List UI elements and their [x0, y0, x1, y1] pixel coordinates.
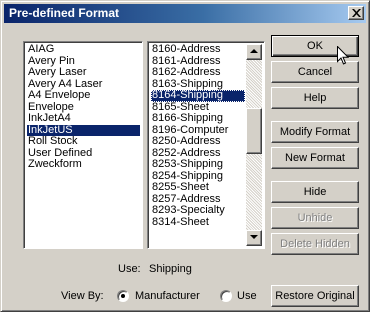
format-listbox[interactable]: AIAG Avery Pin Avery Laser Avery A4 Laser A4…: [23, 41, 143, 249]
radio-selected-dot: [121, 294, 125, 298]
new-format-button[interactable]: New Format: [271, 147, 359, 169]
radio-use-label[interactable]: Use: [237, 290, 257, 302]
format-list-items: AIAG Avery Pin Avery Laser Avery A4 Laser A4…: [27, 43, 140, 171]
list-item[interactable]: 8314-Sheet: [151, 216, 245, 229]
list-item[interactable]: 8162-Address: [151, 66, 245, 79]
list-item[interactable]: 8160-Address: [151, 43, 245, 56]
list-item[interactable]: AIAG: [27, 43, 140, 56]
list-item[interactable]: 8253-Shipping: [151, 158, 245, 171]
modify-format-button[interactable]: Modify Format: [271, 121, 359, 143]
radio-use[interactable]: [220, 290, 232, 302]
list-item[interactable]: Avery Laser: [27, 66, 140, 79]
scroll-thumb[interactable]: [246, 108, 262, 154]
list-item[interactable]: InkJetA4: [27, 112, 140, 125]
close-button[interactable]: [348, 6, 364, 20]
use-label: Use:: [118, 263, 141, 275]
help-button[interactable]: Help: [271, 87, 359, 109]
delete-hidden-button[interactable]: Delete Hidden: [271, 233, 359, 255]
list-item[interactable]: 8255-Sheet: [151, 181, 245, 194]
pre-defined-format-dialog: Pre-defined Format AIAG Avery Pin Avery La…: [0, 0, 370, 312]
title-bar[interactable]: Pre-defined Format: [4, 4, 366, 23]
radio-manufacturer-label[interactable]: Manufacturer: [135, 290, 200, 302]
label-list-items: 8160-Address 8161-Address 8162-Address 8163…: [151, 43, 245, 229]
label-listbox[interactable]: 8160-Address 8161-Address 8162-Address 8163…: [147, 41, 265, 249]
use-value: Shipping: [149, 263, 192, 275]
list-item[interactable]: 8293-Specialty: [151, 204, 245, 217]
radio-manufacturer[interactable]: [117, 290, 129, 302]
list-item[interactable]: Roll Stock: [27, 135, 140, 148]
restore-original-button[interactable]: Restore Original: [271, 285, 359, 307]
list-item[interactable]: Zweckform: [27, 158, 140, 171]
scroll-down-arrow-icon: [250, 235, 258, 239]
hide-button[interactable]: Hide: [271, 181, 359, 203]
view-by-label: View By:: [61, 290, 104, 302]
list-item[interactable]: 8250-Address: [151, 135, 245, 148]
scroll-up-arrow-icon: [250, 49, 258, 53]
label-list-scrollbar[interactable]: [246, 44, 262, 246]
list-item[interactable]: A4 Envelope: [27, 89, 140, 102]
scroll-down-button[interactable]: [246, 230, 262, 246]
close-icon: [352, 9, 361, 17]
list-item[interactable]: 8166-Shipping: [151, 112, 245, 125]
scroll-up-button[interactable]: [246, 44, 262, 60]
window-title: Pre-defined Format: [9, 6, 120, 20]
unhide-button[interactable]: Unhide: [271, 207, 359, 229]
list-item[interactable]: 8164-Shipping: [151, 89, 245, 102]
mouse-pointer-icon: [337, 46, 349, 65]
